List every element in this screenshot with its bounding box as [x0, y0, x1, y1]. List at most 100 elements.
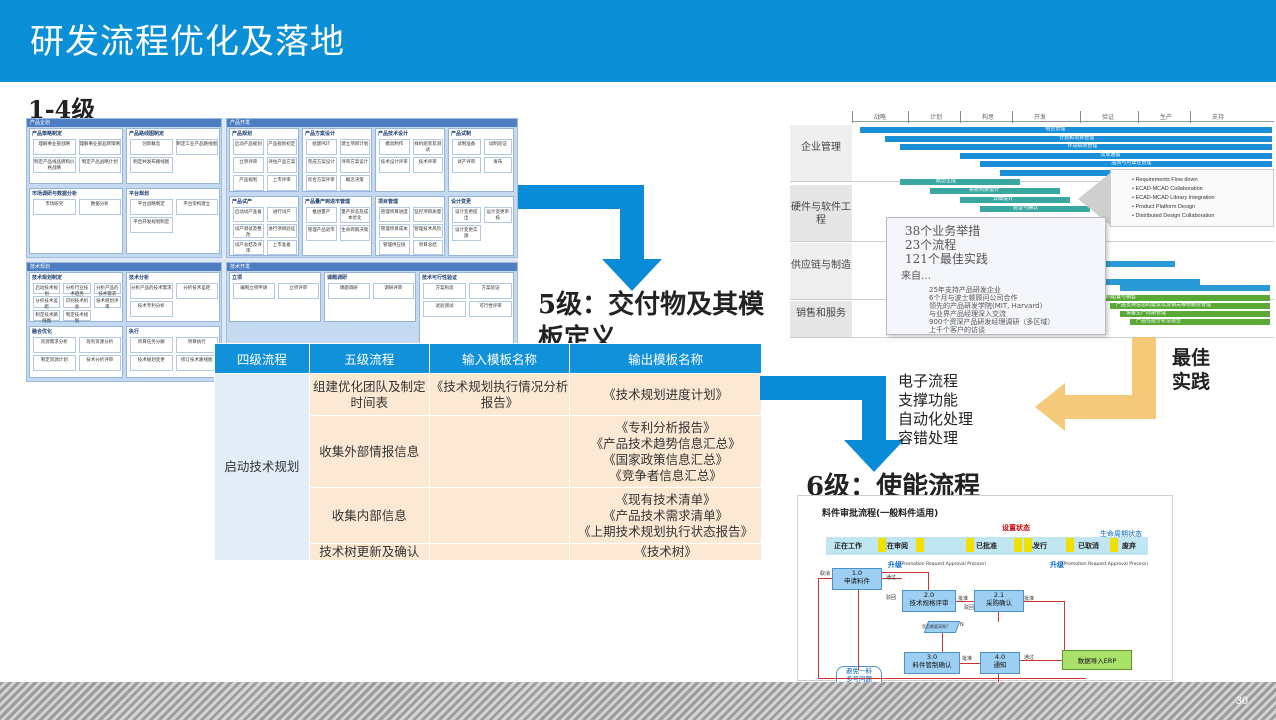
edge-label: 批准: [1024, 596, 1035, 602]
bar-label: 法规遵循: [1100, 151, 1121, 158]
popup-stat: 38个业务举措: [905, 224, 981, 238]
process-bar: 系统构架设计: [930, 187, 1060, 194]
process-cell: 理解事业部品牌策略: [78, 139, 121, 155]
state-marker: [1024, 538, 1032, 552]
process-cell: 推进量产: [306, 207, 337, 223]
enabler-item: 自动化处理: [898, 410, 974, 428]
bar-label: 概念生成: [936, 178, 957, 184]
edge-label: 通过: [886, 575, 897, 581]
process-cell: 编制立项申请: [233, 283, 275, 299]
process-cell: 识别技术机会: [63, 296, 91, 310]
callout-item: • Requirements Flow down: [1132, 177, 1198, 183]
process-cell: 资源需求分析: [33, 337, 76, 353]
process-block-title: 产品规划: [232, 131, 253, 137]
process-cell: 方案构思: [423, 283, 466, 299]
workflow-diagram: 料件审批流程(一般料件适用) 设置状态 生命周期状态 正在工作 正在审阅 已批准 已发行 已取…: [797, 495, 1173, 704]
phase-label: 计划: [930, 114, 943, 121]
workflow-edge: [818, 578, 819, 678]
process-cell: 设计变更提出: [452, 207, 481, 223]
phase-divider: [1190, 111, 1191, 123]
upgrade-note: (Promotion Request Approval Process): [900, 562, 987, 567]
process-block-title: 产品技术设计: [378, 131, 409, 137]
bar-label: 环境绩效管理: [1067, 143, 1098, 149]
process-cell: 模具制作: [379, 139, 410, 155]
bar-label: 产品性能分析及报告: [1136, 318, 1182, 324]
edge-label: 通过: [1024, 655, 1035, 661]
process-cell: 分析技术差距: [33, 296, 61, 310]
process-cell: 项目总结: [412, 240, 443, 255]
process-cell: 制定技术路线图: [33, 309, 61, 324]
workflow-node-spec-review: 2.0 技术规格评审: [902, 590, 956, 612]
arrow-to-level5-head: [602, 259, 662, 291]
process-block: 项目管理 管理项目进度 监控项目质量 管理项目成本 管理技术风险 管理供应链 项目总结: [375, 196, 445, 256]
workflow-edge: [998, 612, 999, 622]
process-bar: 环境绩效管理: [900, 143, 1272, 150]
output-item: 《技术树》: [634, 544, 697, 559]
output-item: 《现有技术清单》: [615, 491, 716, 507]
output-item: 《产品技术趋势信息汇总》: [590, 435, 741, 451]
phase-divider: [960, 111, 961, 123]
process-cell: 技术分析评审: [78, 355, 121, 371]
bar-label: 设备生产周期管理: [1126, 310, 1167, 316]
workflow-node-erp-import: 数据导入ERP: [1062, 650, 1132, 670]
row-divider: [790, 337, 1274, 338]
process-cell: 制定技术规划: [63, 309, 91, 324]
process-cell: 修订技术路线图: [175, 355, 218, 371]
footer-hatch: [0, 682, 1276, 720]
state-marker: [1110, 538, 1118, 552]
template-table: 四级流程 五级流程 输入模板名称 输出模板名称 启动技术规划 组建优化团队及制定…: [214, 343, 762, 561]
process-cell: 立项评审: [277, 283, 319, 299]
popup-note: 25年支持产品研发企业: [929, 286, 1001, 294]
process-cell: 量产状态及成本优化: [339, 207, 370, 223]
process-cell: 完成方案设计: [306, 157, 337, 173]
process-block: 产品规划 启动产品规划 产品规划初定 立项评审 评估产品方案 产品规划 上市评审: [229, 128, 299, 192]
process-cell: 课题调研: [328, 283, 370, 299]
process-cell: 监控项目质量: [412, 207, 443, 222]
process-block-title: 产品量产到退市管理: [305, 199, 351, 205]
process-cell: 分析技术差距: [175, 283, 218, 299]
process-cell: 制定工业产品路线图: [175, 139, 218, 155]
process-cell: 试产评审: [452, 157, 481, 173]
bar-label: 组合管理: [1045, 126, 1066, 132]
process-block-title: 项目管理: [378, 199, 399, 205]
workflow-node-notify: 4.0 通知: [980, 652, 1020, 674]
process-block: 产品试产 启动试产准备 进行试产 试产测试及整改 进行项目验证 试产总结及评审 上市准备: [229, 196, 299, 256]
workflow-node-material-control: 3.0 料件管制确认: [904, 652, 960, 674]
process-block: 产品路线图制定 创新概念 制定工业产品路线图 制定并发布路线图: [126, 128, 220, 184]
edge-label: 取消: [820, 571, 831, 577]
process-cell: 产品规划: [233, 175, 264, 191]
bar-label: 详细设计: [993, 196, 1014, 202]
process-cell: 制定产品线品牌和价格战略: [33, 157, 76, 173]
process-cell: 分析产品的技术需求: [93, 283, 121, 297]
popup-note: 6个月与波士顿顾问公司合作: [929, 294, 1018, 302]
process-block-title: 执行: [129, 329, 140, 335]
process-block-title: 市场调研与数据分析: [32, 191, 78, 197]
col-header-level4: 四级流程: [214, 343, 310, 374]
process-cell: 技术规划评审: [93, 296, 121, 310]
process-block-title: 产品试制: [451, 131, 472, 137]
callout-item: • ECAD-MCAD Library Integration: [1132, 195, 1215, 201]
quadrant-header-bar: [27, 119, 221, 127]
phase-divider: [1012, 111, 1013, 123]
workflow-title: 料件审批流程(一般料件适用): [822, 509, 939, 519]
page-number: 30: [1235, 695, 1248, 707]
process-bar: [1120, 285, 1270, 291]
decision-label: 是否需要采购?: [922, 624, 949, 629]
enabler-item: 容错处理: [898, 429, 959, 447]
arrow-to-level5-v: [620, 185, 644, 261]
callout-item: • ECAD-MCAD Collaboration: [1132, 186, 1203, 192]
popup-note: 领先的产品研发学院(MIT, Harvard): [929, 302, 1043, 310]
process-cell: 市场研究: [33, 199, 76, 215]
process-block: 技术规划制定 启动技术规划 分析行业技术趋势 分析产品的技术需求 分析技术差距 识别技术机…: [29, 272, 123, 324]
output-item: 《国家政策信息汇总》: [603, 451, 729, 467]
upgrade-note: (Promotion Request Approval Process): [1062, 562, 1149, 567]
process-cell: 管理技术风险: [412, 223, 443, 239]
phase-axis-line: [852, 121, 1274, 122]
process-cell: 平台架构建立: [175, 199, 218, 215]
state-marker: [1066, 538, 1074, 552]
process-block: 平台规划 平台战略制定 平台架构建立 平台开发规划制定: [126, 188, 220, 254]
bar-label: 品质与可靠性管理: [1111, 160, 1152, 166]
state-marker: [1014, 538, 1022, 552]
best-practice-chart: 战略 计划 构思 开发 验证 生产 支持 企业管理 硬件与软件工程 供应链与制造 销售和服务 组合管理…: [790, 107, 1274, 338]
output-cell: 《现有技术清单》 《产品技术需求清单》 《上期技术规划执行状态报告》: [569, 487, 762, 544]
